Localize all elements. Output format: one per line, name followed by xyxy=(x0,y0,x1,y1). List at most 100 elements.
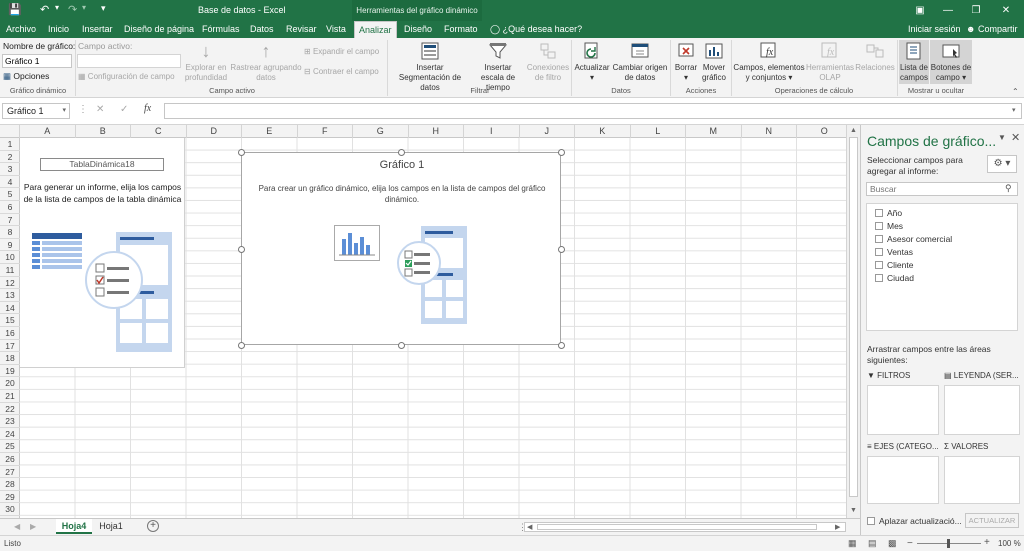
scroll-left-icon[interactable]: ◀ xyxy=(527,523,532,532)
tab-formato[interactable]: Formato xyxy=(440,21,482,38)
checkbox[interactable] xyxy=(875,235,883,243)
area-legend-drop[interactable] xyxy=(944,385,1020,435)
row-header[interactable]: 25 xyxy=(0,440,20,453)
refresh-button[interactable]: Actualizar ▾ xyxy=(573,41,611,83)
fields-items-sets-button[interactable]: fx Campos, elementos y conjuntos ▾ xyxy=(733,41,805,83)
clear-button[interactable]: Borrar ▾ xyxy=(673,41,699,83)
zoom-level[interactable]: 100 % xyxy=(998,539,1021,548)
field-item-ciudad[interactable]: Ciudad xyxy=(875,273,914,283)
row-header[interactable]: 18 xyxy=(0,352,20,365)
field-item-ano[interactable]: Año xyxy=(875,208,902,218)
column-header[interactable]: H xyxy=(409,125,464,138)
scroll-down-icon[interactable]: ▼ xyxy=(850,507,857,514)
page-layout-icon[interactable]: ▤ xyxy=(868,538,877,549)
row-header[interactable]: 22 xyxy=(0,403,20,416)
pane-options-dropdown-icon[interactable]: ▼ xyxy=(998,133,1006,142)
vertical-scrollbar[interactable]: ▲ ▼ xyxy=(846,125,860,518)
row-header[interactable]: 8 xyxy=(0,226,20,239)
options-button[interactable]: ▦ Opciones xyxy=(3,71,49,82)
column-header[interactable]: L xyxy=(631,125,686,138)
row-header[interactable]: 1 xyxy=(0,138,20,151)
column-header[interactable]: E xyxy=(242,125,298,138)
field-buttons-button[interactable]: Botones de campo ▾ xyxy=(930,40,972,84)
add-sheet-icon[interactable]: + xyxy=(147,520,159,532)
column-header[interactable]: B xyxy=(76,125,131,138)
column-header[interactable]: M xyxy=(686,125,742,138)
column-header[interactable]: F xyxy=(298,125,353,138)
row-header[interactable]: 7 xyxy=(0,214,20,227)
row-header[interactable]: 6 xyxy=(0,201,20,214)
expand-formula-icon[interactable]: ▾ xyxy=(1012,106,1016,114)
row-header[interactable]: 17 xyxy=(0,340,20,353)
column-header[interactable]: O xyxy=(797,125,853,138)
tab-analizar[interactable]: Analizar xyxy=(354,21,397,38)
name-box[interactable]: Gráfico 1 ▾ xyxy=(2,103,70,119)
row-header[interactable]: 30 xyxy=(0,503,20,516)
checkbox[interactable] xyxy=(875,222,883,230)
sign-in-link[interactable]: Iniciar sesión xyxy=(904,21,965,38)
horizontal-scrollbar[interactable]: ◀ ▶ xyxy=(524,522,846,532)
field-item-cliente[interactable]: Cliente xyxy=(875,260,913,270)
column-header[interactable]: C xyxy=(131,125,187,138)
field-item-asesor[interactable]: Asesor comercial xyxy=(875,234,952,244)
field-item-mes[interactable]: Mes xyxy=(875,221,903,231)
row-header[interactable]: 20 xyxy=(0,377,20,390)
column-header[interactable]: A xyxy=(20,125,76,138)
row-header[interactable]: 9 xyxy=(0,239,20,252)
column-header[interactable]: G xyxy=(353,125,409,138)
resize-handle[interactable] xyxy=(558,149,565,156)
change-source-button[interactable]: Cambiar origen de datos xyxy=(612,41,668,83)
chart-name-input[interactable] xyxy=(2,54,72,68)
next-sheet-icon[interactable]: ▶ xyxy=(30,522,36,531)
close-icon[interactable]: ✕ xyxy=(992,0,1020,21)
ribbon-display-icon[interactable]: ▣ xyxy=(906,0,934,21)
row-header[interactable]: 23 xyxy=(0,415,20,428)
column-header[interactable]: I xyxy=(464,125,520,138)
name-box-dropdown-icon[interactable]: ▾ xyxy=(62,104,66,118)
checkbox[interactable] xyxy=(875,261,883,269)
column-header[interactable]: D xyxy=(187,125,242,138)
area-axes-drop[interactable] xyxy=(867,456,939,504)
scroll-thumb[interactable] xyxy=(849,137,858,497)
column-header[interactable]: N xyxy=(742,125,797,138)
column-header[interactable]: K xyxy=(575,125,631,138)
tab-inicio[interactable]: Inicio xyxy=(44,21,73,38)
tab-archivo[interactable]: Archivo xyxy=(2,21,40,38)
row-header[interactable]: 15 xyxy=(0,314,20,327)
row-header[interactable]: 3 xyxy=(0,163,20,176)
zoom-slider-thumb[interactable] xyxy=(947,539,950,548)
scroll-up-icon[interactable]: ▲ xyxy=(850,127,857,134)
sheet-tab-hoja4[interactable]: Hoja4 xyxy=(56,519,92,534)
prev-sheet-icon[interactable]: ◀ xyxy=(14,522,20,531)
row-header[interactable]: 14 xyxy=(0,302,20,315)
resize-handle[interactable] xyxy=(398,342,405,349)
collapse-ribbon-icon[interactable]: ⌃ xyxy=(1012,87,1019,96)
pane-close-icon[interactable]: ✕ xyxy=(1011,131,1020,144)
undo-icon[interactable]: ↶ xyxy=(40,3,49,16)
minimize-icon[interactable]: — xyxy=(934,0,962,21)
row-header[interactable]: 21 xyxy=(0,390,20,403)
insert-function-icon[interactable]: fx xyxy=(144,103,151,114)
row-header[interactable]: 28 xyxy=(0,478,20,491)
resize-handle[interactable] xyxy=(398,149,405,156)
pivot-chart[interactable]: Gráfico 1 Para crear un gráfico dinámico… xyxy=(238,149,565,349)
share-button[interactable]: ☻ Compartir xyxy=(962,21,1022,38)
h-scroll-thumb[interactable] xyxy=(537,524,817,530)
save-icon[interactable]: 💾 xyxy=(8,3,22,16)
formula-input[interactable] xyxy=(164,103,1022,119)
area-filters-drop[interactable] xyxy=(867,385,939,435)
field-list-button[interactable]: Lista de campos xyxy=(899,40,929,84)
checkbox[interactable] xyxy=(875,209,883,217)
row-header[interactable]: 27 xyxy=(0,466,20,479)
move-chart-button[interactable]: Mover gráfico xyxy=(700,41,728,83)
zoom-out-icon[interactable]: − xyxy=(907,538,913,549)
row-header[interactable]: 5 xyxy=(0,188,20,201)
zoom-in-icon[interactable]: + xyxy=(984,537,990,548)
worksheet-grid[interactable]: TablaDinámica18 Para generar un informe,… xyxy=(20,138,846,518)
checkbox[interactable] xyxy=(867,517,875,525)
customize-toolbar-icon[interactable]: ▾ xyxy=(101,3,106,14)
checkbox[interactable] xyxy=(875,248,883,256)
row-header[interactable]: 2 xyxy=(0,151,20,164)
checkbox[interactable] xyxy=(875,274,883,282)
row-header[interactable]: 13 xyxy=(0,289,20,302)
